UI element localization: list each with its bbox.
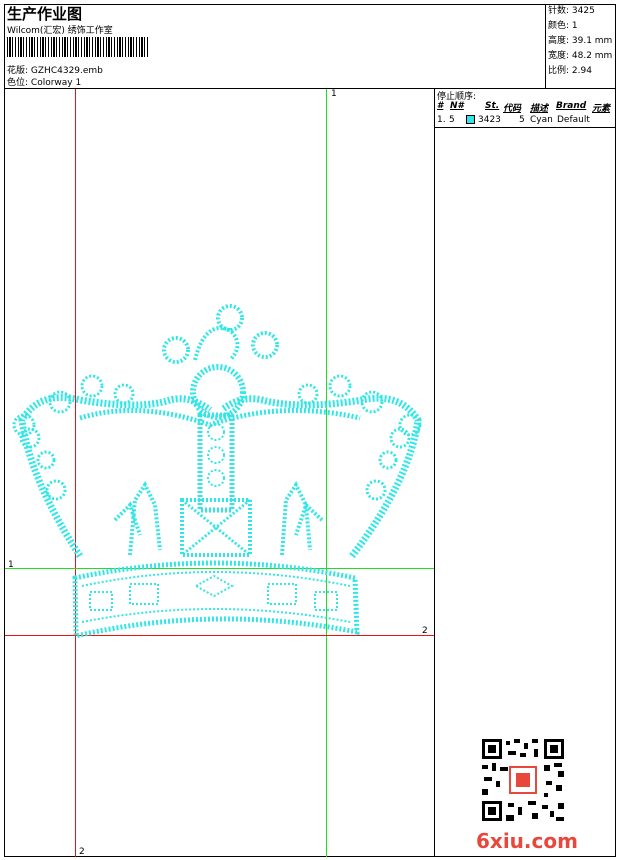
- crown-right-fleur: [280, 481, 324, 556]
- qr-code: [480, 737, 566, 823]
- band-ornaments: [89, 574, 338, 611]
- crown-embroidery-design: [12, 304, 422, 640]
- crown-pearls: [12, 374, 422, 501]
- watermark-logo: 6xiu.com: [476, 829, 578, 853]
- crown-orb: [190, 364, 246, 420]
- crown-left-fleur: [113, 481, 162, 556]
